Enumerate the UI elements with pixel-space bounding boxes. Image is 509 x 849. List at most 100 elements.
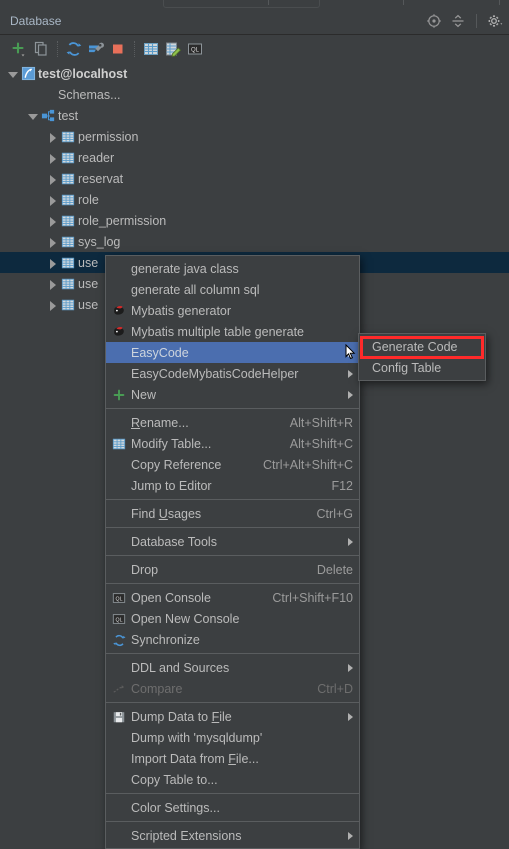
menu-item[interactable]: Synchronize — [106, 629, 359, 650]
menu-item[interactable]: New — [106, 384, 359, 405]
menu-item[interactable]: Find Usages Ctrl+G — [106, 503, 359, 524]
tree-row-label: role_permission — [78, 213, 167, 228]
menu-item[interactable]: QL Open Console Ctrl+Shift+F10 — [106, 587, 359, 608]
menu-item-shortcut: Ctrl+Alt+Shift+C — [263, 457, 353, 472]
tree-row-label: test — [58, 108, 79, 123]
menu-icon-placeholder — [110, 415, 128, 431]
menu-separator — [106, 821, 359, 822]
menu-item[interactable]: generate all column sql — [106, 279, 359, 300]
easycode-submenu[interactable]: Generate Code Config Table — [358, 333, 486, 381]
menu-item[interactable]: generate java class — [106, 258, 359, 279]
table-icon — [58, 256, 78, 270]
menu-item[interactable]: Drop Delete — [106, 559, 359, 580]
settings-target-icon[interactable] — [426, 13, 442, 29]
tree-row[interactable]: role_permission — [0, 210, 509, 231]
menu-item[interactable]: Mybatis multiple table generate — [106, 321, 359, 342]
submenu-arrow-icon — [348, 369, 353, 378]
database-panel-header: Database — [0, 8, 509, 35]
menu-item[interactable]: Database Tools — [106, 531, 359, 552]
plus-icon — [110, 387, 128, 403]
menu-item[interactable]: Jump to Editor F12 — [106, 475, 359, 496]
menu-item[interactable]: DDL and Sources — [106, 657, 359, 678]
toolbar-separator — [134, 41, 135, 57]
synchronize-button[interactable] — [63, 38, 85, 60]
menu-item[interactable]: Rename... Alt+Shift+R — [106, 412, 359, 433]
compare-icon — [110, 681, 128, 697]
menu-item[interactable]: EasyCodeMybatisCodeHelper — [106, 363, 359, 384]
menu-item-shortcut: Ctrl+D — [317, 681, 353, 696]
tree-row[interactable]: sys_log — [0, 231, 509, 252]
add-data-source-button[interactable] — [8, 38, 30, 60]
jump-to-table-button[interactable] — [140, 38, 162, 60]
stop-button[interactable] — [107, 38, 129, 60]
menu-item-label: Dump with 'mysqldump' — [131, 730, 263, 745]
chevron-right-icon[interactable] — [47, 215, 58, 227]
menu-item[interactable]: Mybatis generator — [106, 300, 359, 321]
submenu-item[interactable]: Config Table — [359, 357, 485, 378]
chevron-right-icon[interactable] — [47, 236, 58, 248]
submenu-item[interactable]: Generate Code — [359, 336, 485, 357]
data-source-properties-button[interactable] — [85, 38, 107, 60]
chevron-right-icon[interactable] — [47, 257, 58, 269]
menu-icon-placeholder — [110, 261, 128, 277]
menu-item[interactable]: Scripted Extensions — [106, 825, 359, 846]
tree-row[interactable]: role — [0, 189, 509, 210]
menu-item-label: Mybatis generator — [131, 303, 232, 318]
gear-icon[interactable] — [487, 13, 503, 29]
table-icon — [110, 436, 128, 452]
menu-item[interactable]: Dump with 'mysqldump' — [106, 727, 359, 748]
duplicate-button[interactable] — [30, 38, 52, 60]
open-console-button[interactable]: QL — [184, 38, 206, 60]
menu-item-label: Open Console — [131, 590, 211, 605]
tree-row-label: use — [78, 255, 99, 270]
menu-item[interactable]: Copy Reference Ctrl+Alt+Shift+C — [106, 454, 359, 475]
ghost-dot — [499, 0, 500, 5]
chevron-right-icon[interactable] — [47, 173, 58, 185]
menu-separator — [106, 583, 359, 584]
menu-item-label: Rename... — [131, 415, 189, 430]
mybatis-icon — [110, 303, 128, 319]
table-icon — [58, 277, 78, 291]
chevron-down-icon[interactable] — [27, 110, 38, 121]
chevron-right-icon[interactable] — [47, 131, 58, 143]
menu-item[interactable]: EasyCode — [106, 342, 359, 363]
menu-item-shortcut: Ctrl+G — [316, 506, 353, 521]
chevron-right-icon[interactable] — [47, 152, 58, 164]
menu-item-shortcut: Delete — [316, 562, 353, 577]
tree-row[interactable]: test@localhost — [0, 63, 509, 84]
tree-row[interactable]: reader — [0, 147, 509, 168]
chevron-down-icon[interactable] — [7, 68, 18, 79]
menu-item[interactable]: Modify Table... Alt+Shift+C — [106, 433, 359, 454]
menu-item-label: Jump to Editor — [131, 478, 212, 493]
collapse-all-icon[interactable] — [450, 13, 466, 29]
tree-row[interactable]: permission — [0, 126, 509, 147]
menu-item[interactable]: Color Settings... — [106, 797, 359, 818]
chevron-right-icon[interactable] — [47, 299, 58, 311]
menu-icon-placeholder — [110, 751, 128, 767]
table-icon — [58, 214, 78, 228]
tree-row[interactable]: reservat — [0, 168, 509, 189]
submenu-arrow-icon — [348, 663, 353, 672]
menu-icon-placeholder — [110, 478, 128, 494]
ghost-dot — [403, 0, 404, 5]
menu-icon-placeholder — [110, 457, 128, 473]
menu-separator — [106, 499, 359, 500]
tree-row[interactable]: test — [0, 105, 509, 126]
chevron-right-icon[interactable] — [47, 278, 58, 290]
chevron-right-icon[interactable] — [47, 194, 58, 206]
modify-table-button[interactable] — [162, 38, 184, 60]
menu-item[interactable]: QL Open New Console — [106, 608, 359, 629]
menu-item[interactable]: Copy Table to... — [106, 769, 359, 790]
submenu-arrow-icon — [348, 537, 353, 546]
menu-item[interactable]: Dump Data to File — [106, 706, 359, 727]
tree-row-label: use — [78, 297, 99, 312]
menu-item-label: Modify Table... — [131, 436, 212, 451]
menu-item[interactable]: Import Data from File... — [106, 748, 359, 769]
svg-text:QL: QL — [191, 48, 200, 54]
menu-item-label: generate java class — [131, 261, 239, 276]
mybatis-icon — [110, 324, 128, 340]
menu-item-label: generate all column sql — [131, 282, 260, 297]
menu-icon-placeholder — [110, 800, 128, 816]
table-context-menu[interactable]: generate java class generate all column s… — [105, 255, 360, 849]
tree-row[interactable]: Schemas... — [0, 84, 509, 105]
